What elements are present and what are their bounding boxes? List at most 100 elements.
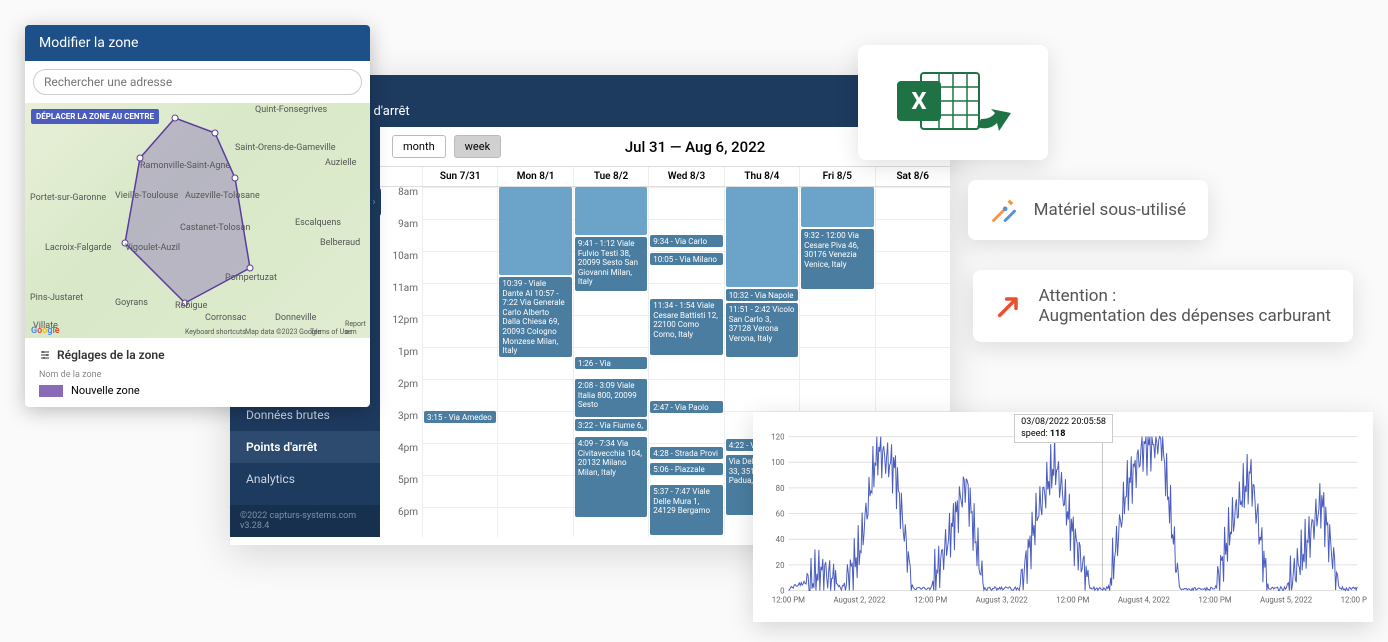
zone-settings-title: Réglages de la zone <box>39 348 356 362</box>
map-place: Belberaud <box>320 238 360 248</box>
sidebar-item-analytics[interactable]: Analytics <box>230 463 380 495</box>
calendar-event[interactable] <box>575 187 647 235</box>
calendar-event[interactable]: 2:47 - Via Paolo Ca <box>650 401 722 413</box>
calendar-event[interactable]: 9:32 - 12:00 Via Cesare Piva 46, 30176 V… <box>801 229 873 289</box>
map-place: Portet-sur-Garonne <box>30 193 106 203</box>
calendar-event[interactable] <box>801 187 873 227</box>
svg-text:40: 40 <box>776 535 785 544</box>
map-place: Quint-Fonsegrives <box>255 105 327 115</box>
svg-text:100: 100 <box>771 458 784 467</box>
speed-chart-panel: 03/08/2022 20:05:58 speed: 118 020406080… <box>753 412 1373 622</box>
day-column: 9:41 - 1:12 Viale Fulvio Testi 38, 20099… <box>573 187 648 537</box>
map-place: Escalquens <box>295 218 341 228</box>
map-attrib[interactable]: Report a m <box>345 320 370 336</box>
calendar-event[interactable]: 10:39 - Viale Dante Al 10:57 - 7:22 Via … <box>499 277 571 357</box>
svg-text:12:00 PM: 12:00 PM <box>1056 595 1089 604</box>
calendar-title: Jul 31 — Aug 6, 2022 <box>509 138 881 156</box>
month-button[interactable]: month <box>392 135 446 158</box>
day-header: Fri 8/5 <box>799 167 874 186</box>
day-header: Sat 8/6 <box>875 167 950 186</box>
map-attrib: Keyboard shortcuts <box>185 328 246 336</box>
hour-label: 3pm <box>380 411 422 443</box>
zone-editor-panel: Modifier la zone DÉPLACER LA ZONE AU CEN… <box>25 25 370 407</box>
map-place: Pins-Justaret <box>30 293 83 303</box>
hour-label: 2pm <box>380 379 422 411</box>
map-place: Corronsac <box>205 313 246 323</box>
day-column: 3:15 - Via Amedeo <box>422 187 497 537</box>
excel-export-icon: X <box>883 63 1023 143</box>
svg-text:August 4, 2022: August 4, 2022 <box>1118 595 1171 604</box>
sidebar-item-points-d-arr-t[interactable]: Points d'arrêt <box>230 431 380 463</box>
calendar-event[interactable]: 5:06 - Piazzale Dell <box>650 463 722 475</box>
calendar-event[interactable]: 4:28 - Strada Provi <box>650 447 722 459</box>
excel-export-card[interactable]: X <box>858 45 1048 160</box>
calendar-event[interactable]: 11:51 - 2:42 Vicolo San Carlo 3, 37128 V… <box>726 303 798 357</box>
map-place: Vieille-Toulouse <box>115 191 178 201</box>
hour-label: 11am <box>380 283 422 315</box>
zone-name-row: Nouvelle zone <box>39 384 356 397</box>
day-header: Wed 8/3 <box>648 167 723 186</box>
zone-map[interactable]: DÉPLACER LA ZONE AU CENTRE Quint-Fonsegr… <box>25 103 370 338</box>
svg-text:X: X <box>911 87 926 115</box>
day-header: Mon 8/1 <box>497 167 572 186</box>
calendar-event[interactable]: 9:41 - 1:12 Viale Fulvio Testi 38, 20099… <box>575 237 647 291</box>
calendar-event[interactable]: 10:32 - Via Napole <box>726 289 798 301</box>
hour-label: 1pm <box>380 347 422 379</box>
hour-label: 6pm <box>380 507 422 537</box>
speed-chart[interactable]: 020406080100120 12:00 PMAugust 2, 202212… <box>759 418 1367 616</box>
calendar-event[interactable]: 11:34 - 1:54 Viale Cesare Battisti 12, 2… <box>650 299 722 355</box>
hour-label: 8am <box>380 187 422 219</box>
zone-settings: Réglages de la zone Nom de la zone Nouve… <box>25 338 370 407</box>
zone-search-input[interactable] <box>33 69 362 95</box>
svg-text:August 3, 2022: August 3, 2022 <box>976 595 1029 604</box>
calendar-event[interactable]: 3:22 - Via Fiume 6, <box>575 419 647 431</box>
alert-underused[interactable]: Matériel sous-utilisé <box>968 180 1208 240</box>
tools-icon <box>990 196 1018 224</box>
svg-text:0: 0 <box>780 586 784 595</box>
calendar-event[interactable]: 4:09 - 7:34 Via Civitavecchia 104, 20132… <box>575 437 647 517</box>
calendar-event[interactable]: 10:05 - Via Milano <box>650 253 722 265</box>
map-place: Donneville <box>275 313 316 323</box>
svg-text:August 5, 2022: August 5, 2022 <box>1260 595 1313 604</box>
calendar-event[interactable]: 3:15 - Via Amedeo <box>424 411 496 423</box>
alert-underused-text: Matériel sous-utilisé <box>1034 200 1186 220</box>
hour-label: 4pm <box>380 443 422 475</box>
zone-name-value[interactable]: Nouvelle zone <box>71 384 140 397</box>
calendar-event[interactable] <box>499 187 571 275</box>
hour-label: 5pm <box>380 475 422 507</box>
day-header: Tue 8/2 <box>573 167 648 186</box>
move-zone-button[interactable]: DÉPLACER LA ZONE AU CENTRE <box>31 109 159 124</box>
svg-text:12:00 PM: 12:00 PM <box>1341 595 1367 604</box>
svg-text:80: 80 <box>776 484 785 493</box>
hour-label: 12pm <box>380 315 422 347</box>
map-place: Goyrans <box>115 298 148 308</box>
zone-editor-title: Modifier la zone <box>25 25 370 61</box>
map-place: Auzielle <box>325 158 356 168</box>
calendar-event[interactable]: 1:26 - Via Francesco <box>575 357 647 369</box>
svg-text:12:00 PM: 12:00 PM <box>772 595 805 604</box>
calendar-event[interactable]: 9:34 - Via Carlo Mo <box>650 235 722 247</box>
map-place: Ramonville-Saint-Agne <box>140 161 230 171</box>
hour-label: 9am <box>380 219 422 251</box>
svg-text:12:00 PM: 12:00 PM <box>1198 595 1231 604</box>
map-place: Lacroix-Falgarde <box>45 243 111 253</box>
map-place: Vigoulet-Auzil <box>125 243 180 253</box>
sidebar-footer: ©2022 capturs-systems.com v3.28.4 <box>230 505 380 537</box>
day-column: 10:39 - Viale Dante Al 10:57 - 7:22 Via … <box>497 187 572 537</box>
calendar-event[interactable]: 5:37 - 7:47 Viale Delle Mura 1, 24129 Be… <box>650 485 722 535</box>
alert-fuel[interactable]: Attention : Augmentation des dépenses ca… <box>973 270 1353 342</box>
zone-name-label: Nom de la zone <box>39 370 356 380</box>
map-place: Auzeville-Tolosane <box>185 191 260 201</box>
zone-color-swatch[interactable] <box>39 385 63 397</box>
day-header: Thu 8/4 <box>724 167 799 186</box>
chart-tooltip: 03/08/2022 20:05:58 speed: 118 <box>1014 414 1113 443</box>
svg-text:August 2, 2022: August 2, 2022 <box>833 595 886 604</box>
map-place: Pompertuzat <box>225 273 277 283</box>
day-header: Sun 7/31 <box>422 167 497 186</box>
calendar-event[interactable] <box>726 187 798 287</box>
day-column: 9:34 - Via Carlo Mo 10:05 - Via Milano 11:… <box>648 187 723 537</box>
week-button[interactable]: week <box>454 135 502 158</box>
calendar-event[interactable]: 2:08 - 3:09 Viale Italia 800, 20099 Sest… <box>575 379 647 417</box>
svg-text:120: 120 <box>771 433 784 442</box>
svg-text:12:00 PM: 12:00 PM <box>914 595 947 604</box>
